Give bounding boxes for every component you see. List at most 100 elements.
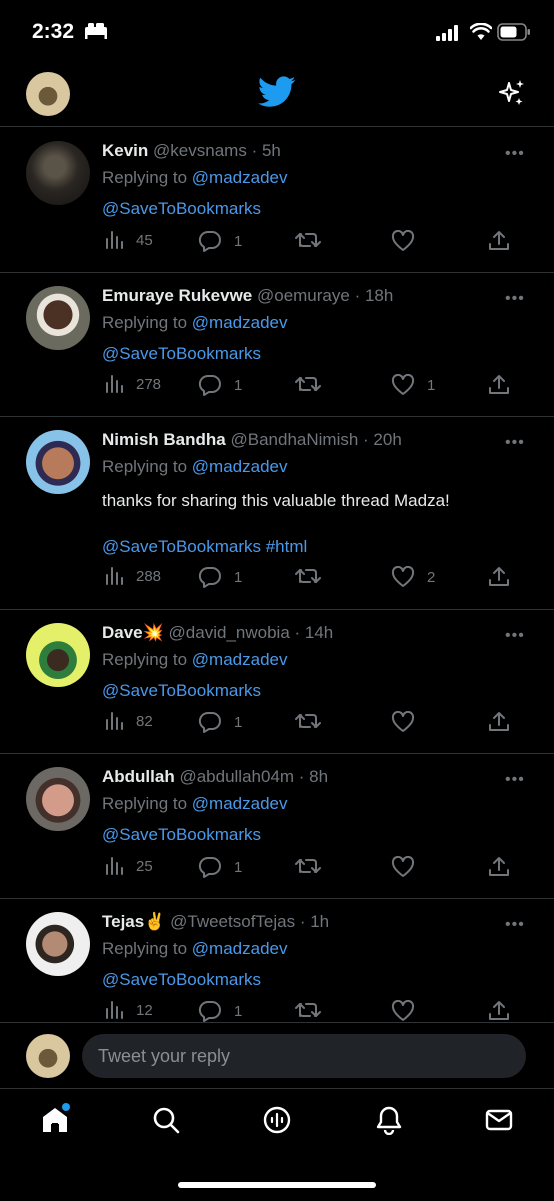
reply-button[interactable]: 1 [198, 711, 242, 733]
tweet-reply[interactable]: Kevin @kevsnams · 5h ••• Replying to @ma… [0, 127, 554, 273]
share-button[interactable] [488, 374, 522, 396]
tweet-time: · 18h [354, 286, 394, 305]
profile-avatar[interactable] [26, 72, 70, 116]
notifications-icon[interactable] [374, 1105, 404, 1135]
replying-to-link[interactable]: @madzadev [192, 457, 288, 476]
tweet-header: Emuraye Rukevwe @oemuraye · 18h [102, 286, 393, 306]
sparkle-icon[interactable] [497, 78, 527, 108]
comment-icon [198, 230, 221, 252]
views-button[interactable]: 278 [104, 374, 161, 394]
author-name[interactable]: Emuraye Rukevwe [102, 286, 252, 305]
tweet-header: Tejas✌️ @TweetsofTejas · 1h [102, 912, 329, 932]
views-count: 82 [136, 712, 153, 730]
author-handle[interactable]: @abdullah04m [179, 767, 294, 786]
share-icon [489, 375, 509, 394]
avatar[interactable] [26, 286, 90, 350]
tweet-mentions[interactable]: @SaveToBookmarks [102, 970, 261, 990]
search-icon[interactable] [151, 1105, 181, 1135]
share-button[interactable] [488, 230, 522, 252]
twitter-bird-icon[interactable] [258, 76, 296, 108]
author-name[interactable]: Abdullah [102, 767, 175, 786]
author-emoji: ✌️ [144, 912, 166, 931]
tweet-time: · 14h [294, 623, 334, 642]
more-options-icon[interactable]: ••• [505, 627, 525, 645]
tweet-mentions[interactable]: @SaveToBookmarks [102, 199, 261, 219]
messages-icon[interactable] [484, 1105, 514, 1135]
like-button[interactable] [391, 856, 427, 878]
author-name[interactable]: Tejas [102, 912, 144, 931]
replying-to-link[interactable]: @madzadev [192, 794, 288, 813]
top-bar [0, 62, 554, 127]
retweet-button[interactable] [295, 374, 333, 394]
tweet-header: Dave💥 @david_nwobia · 14h [102, 623, 333, 643]
replying-label: Replying to [102, 457, 192, 476]
replying-to: Replying to @madzadev [102, 313, 287, 333]
like-button[interactable] [391, 230, 427, 252]
views-icon [106, 712, 123, 730]
tweet-header: Abdullah @abdullah04m · 8h [102, 767, 328, 787]
tweet-reply[interactable]: Tejas✌️ @TweetsofTejas · 1h ••• Replying… [0, 898, 554, 1023]
retweet-button[interactable] [295, 230, 333, 250]
avatar[interactable] [26, 430, 90, 494]
share-button[interactable] [488, 566, 522, 588]
like-button[interactable]: 2 [391, 566, 435, 588]
comment-count: 1 [234, 858, 243, 876]
views-button[interactable]: 45 [104, 230, 153, 250]
views-button[interactable]: 288 [104, 566, 161, 586]
author-handle[interactable]: @david_nwobia [169, 623, 290, 642]
reply-button[interactable]: 1 [198, 374, 242, 396]
reply-input[interactable] [82, 1034, 526, 1078]
tweet-time: · 1h [299, 912, 330, 931]
reply-button[interactable]: 1 [198, 566, 242, 588]
retweet-button[interactable] [295, 856, 333, 876]
like-button[interactable] [391, 711, 427, 733]
avatar[interactable] [26, 623, 90, 687]
views-count: 25 [136, 857, 153, 875]
tweet-reply[interactable]: Dave💥 @david_nwobia · 14h ••• Replying t… [0, 609, 554, 754]
avatar[interactable] [26, 767, 90, 831]
spaces-icon[interactable] [262, 1105, 292, 1135]
like-button[interactable]: 1 [391, 374, 435, 396]
share-button[interactable] [488, 856, 522, 878]
author-name[interactable]: Nimish Bandha [102, 430, 226, 449]
replying-to-link[interactable]: @madzadev [192, 168, 288, 187]
home-indicator[interactable] [178, 1182, 376, 1188]
tweet-mentions[interactable]: @SaveToBookmarks [102, 681, 261, 701]
retweet-button[interactable] [295, 711, 333, 731]
tweet-reply[interactable]: Abdullah @abdullah04m · 8h ••• Replying … [0, 753, 554, 899]
more-options-icon[interactable]: ••• [505, 916, 525, 934]
tweet-mentions[interactable]: @SaveToBookmarks #html [102, 537, 307, 557]
tweet-mentions[interactable]: @SaveToBookmarks [102, 344, 261, 364]
retweet-icon [295, 859, 321, 873]
replying-to-link[interactable]: @madzadev [192, 313, 288, 332]
author-handle[interactable]: @TweetsofTejas [170, 912, 295, 931]
reply-button[interactable]: 1 [198, 230, 242, 252]
replying-to-link[interactable]: @madzadev [192, 939, 288, 958]
more-options-icon[interactable]: ••• [505, 434, 525, 452]
tweet-reply[interactable]: Emuraye Rukevwe @oemuraye · 18h ••• Repl… [0, 272, 554, 417]
share-button[interactable] [488, 711, 522, 733]
author-handle[interactable]: @oemuraye [257, 286, 350, 305]
views-button[interactable]: 82 [104, 711, 153, 731]
share-icon [489, 1001, 509, 1020]
retweet-button[interactable] [295, 566, 333, 586]
more-options-icon[interactable]: ••• [505, 771, 525, 789]
reply-button[interactable]: 1 [198, 856, 242, 878]
author-name[interactable]: Kevin [102, 141, 148, 160]
tweet-mentions[interactable]: @SaveToBookmarks [102, 825, 261, 845]
author-handle[interactable]: @kevsnams [153, 141, 247, 160]
share-button[interactable] [488, 1000, 522, 1022]
reply-button[interactable]: 1 [198, 1000, 242, 1022]
avatar[interactable] [26, 141, 90, 205]
views-button[interactable]: 25 [104, 856, 153, 876]
more-options-icon[interactable]: ••• [505, 145, 525, 163]
like-button[interactable] [391, 1000, 427, 1022]
tweet-reply[interactable]: Nimish Bandha @BandhaNimish · 20h ••• Re… [0, 416, 554, 610]
more-options-icon[interactable]: ••• [505, 290, 525, 308]
replying-to-link[interactable]: @madzadev [192, 650, 288, 669]
retweet-button[interactable] [295, 1000, 333, 1020]
author-name[interactable]: Dave [102, 623, 143, 642]
views-button[interactable]: 12 [104, 1000, 153, 1020]
author-handle[interactable]: @BandhaNimish [230, 430, 358, 449]
avatar[interactable] [26, 912, 90, 976]
